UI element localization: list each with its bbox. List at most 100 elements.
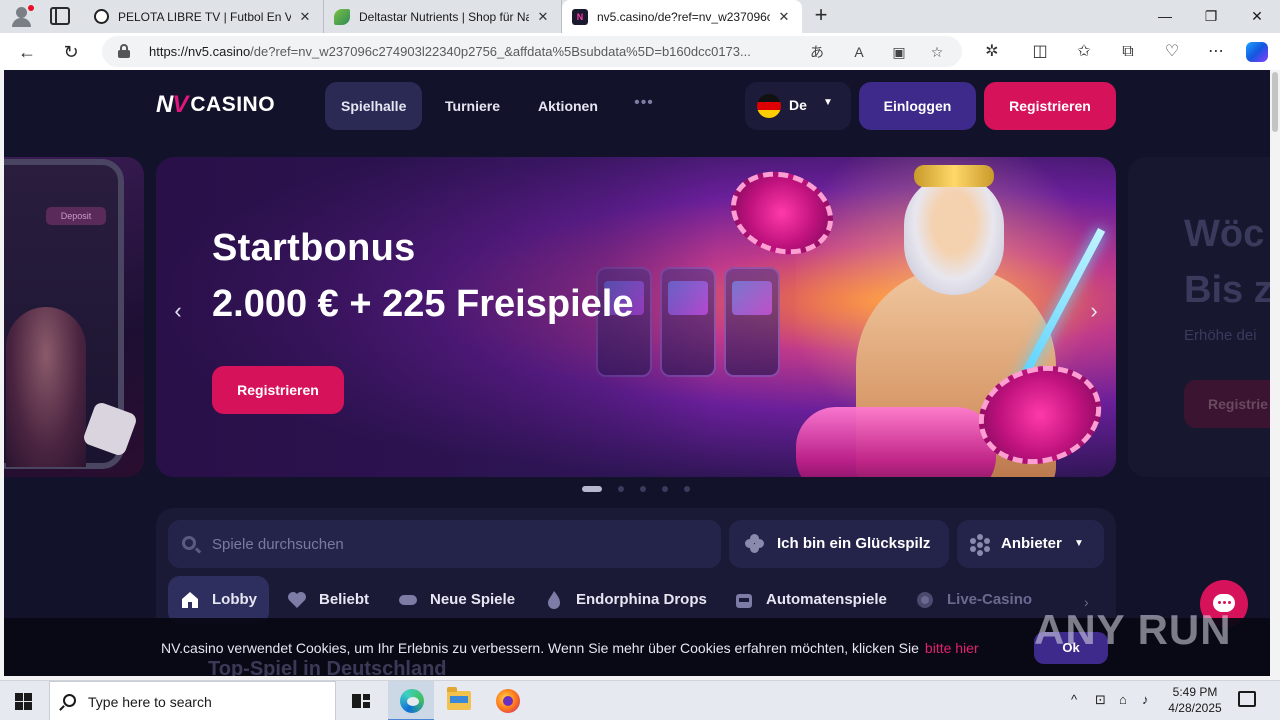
close-window-button[interactable]: ✕	[1234, 0, 1280, 33]
taskbar-firefox[interactable]	[484, 681, 530, 720]
copilot-icon[interactable]	[1246, 42, 1268, 62]
browser-tab-deltastar[interactable]: Deltastar Nutrients | Shop für Nah ✕	[324, 0, 562, 33]
profile-icon[interactable]	[9, 5, 35, 29]
cookie-link[interactable]: bitte hier	[925, 640, 979, 656]
extensions-icon[interactable]: ✲	[980, 40, 1004, 64]
leaf-icon	[334, 8, 350, 25]
browser-tab-pelota[interactable]: PELOTA LIBRE TV | Futbol En Vivo ✕	[84, 0, 324, 33]
provider-dropdown[interactable]: Anbieter ▼	[957, 520, 1104, 568]
edge-icon	[400, 689, 424, 713]
read-aloud-icon[interactable]: A	[848, 42, 870, 62]
hero-banner[interactable]: Startbonus 2.000 € + 225 Freispiele Regi…	[156, 157, 1116, 477]
nav-spielhalle[interactable]: Spielhalle	[325, 82, 423, 130]
taskbar-search-placeholder: Type here to search	[88, 694, 212, 710]
browser-tab-nv5-casino[interactable]: N nv5.casino/de?ref=nv_w237096c2 ✕	[562, 0, 802, 33]
hero-subtitle: 2.000 € + 225 Freispiele	[212, 283, 634, 325]
anyrun-watermark: ANY RUN	[1034, 606, 1232, 653]
favorite-star-icon[interactable]: ☆	[926, 42, 948, 62]
tab-title: PELOTA LIBRE TV | Futbol En Vivo	[118, 9, 291, 24]
section-title: Top-Spiel in Deutschland	[208, 658, 447, 676]
register-button[interactable]: Registrieren	[984, 82, 1116, 130]
nav-turniere[interactable]: Turniere	[429, 82, 516, 130]
category-endorphina-drops[interactable]: Endorphina Drops	[532, 576, 707, 624]
windows-start-icon[interactable]	[15, 693, 32, 710]
live-dot-icon	[917, 592, 933, 608]
category-neue-spiele[interactable]: Neue Spiele	[386, 576, 515, 624]
new-tab-button[interactable]: +	[808, 3, 834, 29]
game-search[interactable]	[168, 520, 721, 568]
task-view-icon[interactable]	[352, 692, 370, 710]
category-label: Live-Casino	[947, 591, 1033, 608]
carousel-dot[interactable]	[662, 486, 668, 492]
hero-register-button[interactable]: Registrieren	[212, 366, 344, 414]
carousel-slide-next[interactable]: Wöc Bis z Erhöhe dei Registrie	[1128, 157, 1270, 477]
login-button[interactable]: Einloggen	[859, 82, 976, 130]
lock-icon[interactable]	[118, 44, 130, 58]
carousel-dot[interactable]	[640, 486, 646, 492]
taskbar-file-explorer[interactable]	[436, 681, 482, 720]
soccer-ball-icon	[94, 9, 109, 24]
page-scrollbar[interactable]	[1270, 70, 1280, 676]
slot-reel-illustration	[796, 407, 996, 477]
translate-icon[interactable]: あ	[806, 42, 828, 62]
lucky-button[interactable]: Ich bin ein Glückspilz	[729, 520, 949, 568]
cookie-text: NV.casino verwendet Cookies, um Ihr Erle…	[161, 640, 979, 656]
category-label: Lobby	[212, 591, 257, 608]
tab-actions-icon[interactable]	[50, 7, 70, 25]
collections-icon[interactable]: ⧉	[1116, 40, 1140, 64]
site-logo[interactable]: NV CASINO	[156, 91, 275, 118]
next-slide-text: Erhöhe dei	[1184, 327, 1257, 344]
game-search-input[interactable]	[212, 520, 702, 568]
category-label: Automatenspiele	[766, 591, 887, 608]
language-selector[interactable]: De ▼	[745, 82, 851, 130]
more-menu-icon[interactable]: •••	[634, 94, 654, 112]
restore-button[interactable]: ❐	[1188, 0, 1234, 33]
address-bar[interactable]: https://nv5.casino/de?ref=nv_w237096c274…	[102, 36, 962, 67]
lucky-label: Ich bin ein Glückspilz	[777, 535, 931, 552]
zeus-head-illustration	[904, 175, 1004, 295]
carousel-prev-arrow-icon[interactable]: ‹	[168, 299, 188, 323]
system-clock[interactable]: 5:49 PM 4/28/2025	[1162, 684, 1228, 716]
nv-logo-icon: N	[572, 8, 588, 25]
next-slide-title-line-2: Bis z	[1184, 269, 1270, 311]
notification-icon[interactable]	[1238, 691, 1256, 707]
carousel-next-arrow-icon[interactable]: ›	[1084, 299, 1104, 323]
immersive-reader-icon[interactable]: ▣	[888, 42, 910, 62]
clock-date: 4/28/2025	[1168, 701, 1222, 715]
minimize-button[interactable]: —	[1142, 0, 1188, 33]
back-button[interactable]: ←	[14, 39, 40, 65]
show-hidden-icons-icon[interactable]: ^	[1071, 692, 1077, 710]
carousel-dot[interactable]	[684, 486, 690, 492]
category-automatenspiele[interactable]: Automatenspiele	[722, 576, 887, 624]
category-label: Neue Spiele	[430, 591, 516, 608]
heart-icon	[288, 592, 306, 608]
category-lobby[interactable]: Lobby	[168, 576, 269, 624]
device-icon[interactable]: ⊡	[1095, 692, 1106, 710]
clover-icon	[745, 534, 765, 554]
close-icon[interactable]: ✕	[776, 9, 792, 25]
close-icon[interactable]: ✕	[297, 9, 313, 25]
network-icon[interactable]: ⌂	[1119, 692, 1127, 710]
url-text[interactable]: https://nv5.casino/de?ref=nv_w237096c274…	[149, 44, 799, 59]
category-live-casino[interactable]: Live-Casino	[903, 576, 1032, 624]
performance-icon[interactable]: ♡	[1160, 40, 1184, 64]
category-beliebt[interactable]: Beliebt	[275, 576, 369, 624]
settings-more-icon[interactable]: ⋯	[1204, 40, 1228, 64]
next-slide-title-line-1: Wöc	[1184, 213, 1265, 255]
carousel-dot[interactable]	[582, 486, 602, 492]
next-slide-register-button[interactable]: Registrie	[1184, 380, 1270, 428]
refresh-button[interactable]: ↻	[58, 39, 84, 65]
carousel-pagination	[582, 486, 706, 492]
slot-machine-icon	[736, 594, 752, 608]
carousel-dot[interactable]	[618, 486, 624, 492]
favorites-icon[interactable]: ✩	[1072, 40, 1096, 64]
category-label: Endorphina Drops	[576, 591, 707, 608]
volume-icon[interactable]: ♪	[1142, 692, 1149, 710]
close-icon[interactable]: ✕	[535, 9, 551, 25]
clock-time: 5:49 PM	[1172, 685, 1218, 699]
taskbar-edge[interactable]	[388, 681, 434, 720]
carousel-slide-previous[interactable]: Deposit	[4, 157, 144, 477]
nav-aktionen[interactable]: Aktionen	[522, 82, 614, 130]
split-screen-icon[interactable]: ◫	[1028, 40, 1052, 64]
taskbar-search[interactable]: Type here to search	[49, 681, 336, 720]
